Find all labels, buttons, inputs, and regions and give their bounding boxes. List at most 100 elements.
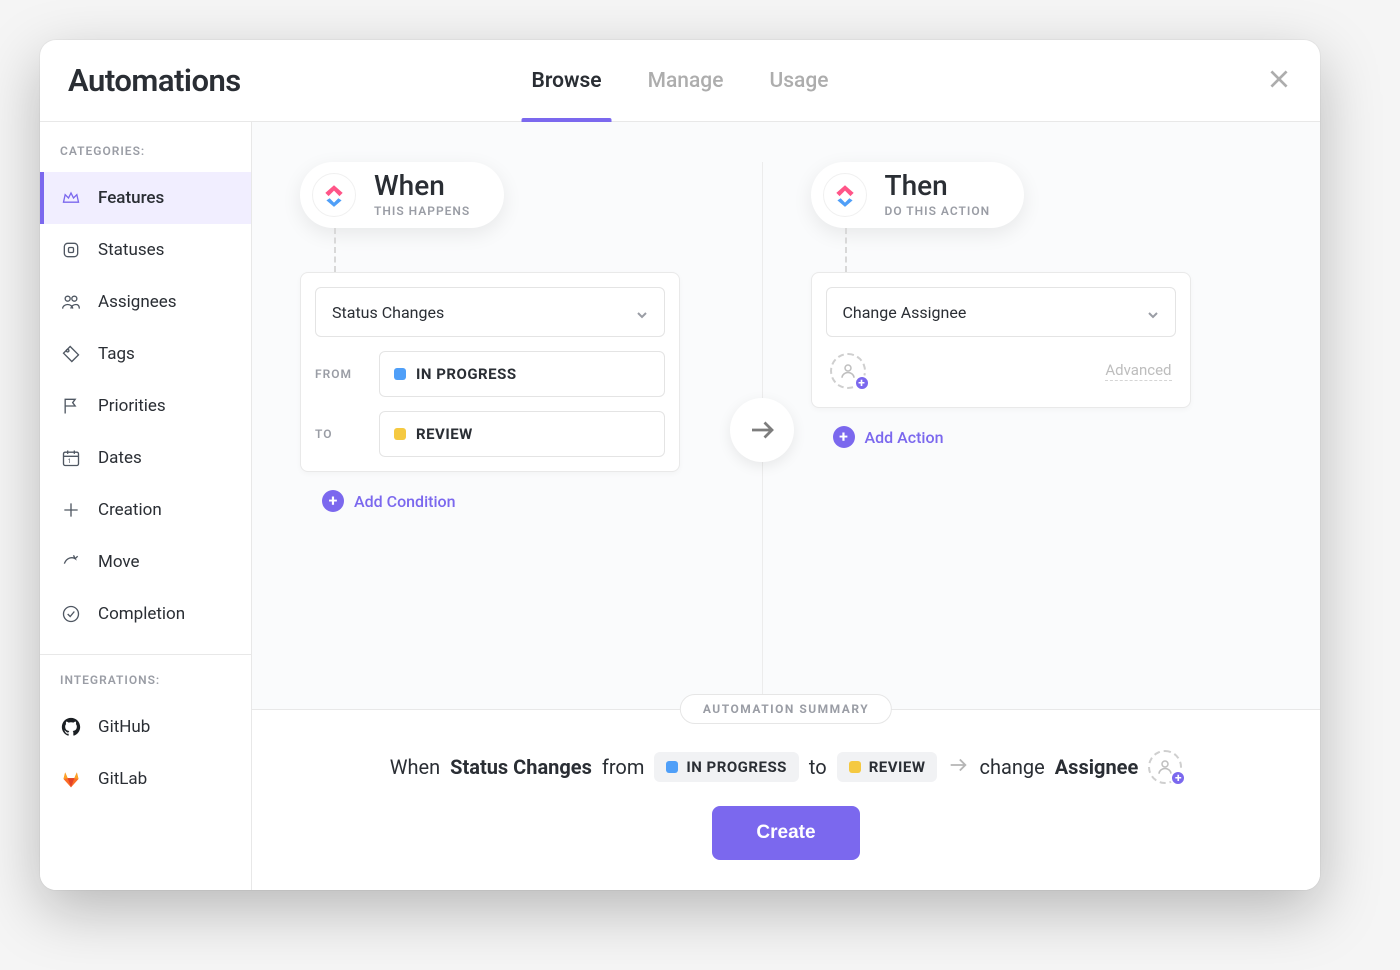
trigger-select[interactable]: Status Changes: [315, 287, 665, 337]
from-label: FROM: [315, 367, 365, 381]
page-title: Automations: [68, 62, 241, 99]
check-circle-icon: [60, 603, 82, 625]
gitlab-icon: [60, 768, 82, 790]
status-icon: [60, 239, 82, 261]
close-button[interactable]: [1266, 66, 1292, 96]
sidebar-item-github[interactable]: GitHub: [40, 701, 251, 753]
action-card: Change Assignee + Advanced: [811, 272, 1191, 408]
status-dot-icon: [394, 428, 406, 440]
from-status-value: IN PROGRESS: [416, 365, 517, 383]
summary-word-from: from: [602, 755, 644, 779]
to-status-value: REVIEW: [416, 425, 473, 443]
people-icon: [60, 291, 82, 313]
sidebar-item-label: Assignees: [98, 292, 177, 312]
then-column: Then DO THIS ACTION Change Assignee: [763, 162, 1273, 709]
create-button[interactable]: Create: [712, 806, 859, 860]
sidebar-item-completion[interactable]: Completion: [40, 588, 251, 640]
sidebar-item-label: Move: [98, 552, 140, 572]
tab-manage[interactable]: Manage: [648, 40, 724, 121]
sidebar-item-priorities[interactable]: Priorities: [40, 380, 251, 432]
status-dot-icon: [849, 761, 861, 773]
when-column: When THIS HAPPENS Status Changes FROM: [300, 162, 762, 709]
sidebar-item-label: Completion: [98, 604, 185, 624]
integrations-label: INTEGRATIONS:: [40, 673, 251, 701]
summary-word-to: to: [809, 755, 827, 779]
arrow-divider: [730, 398, 794, 462]
sidebar-item-assignees[interactable]: Assignees: [40, 276, 251, 328]
summary-word-when: When: [390, 755, 440, 779]
trigger-card: Status Changes FROM IN PROGRESS: [300, 272, 680, 472]
chevron-down-icon: [636, 306, 648, 318]
sidebar-item-label: GitHub: [98, 717, 150, 737]
when-title: When: [374, 172, 470, 200]
summary-assignee-word: Assignee: [1055, 755, 1139, 779]
when-subtitle: THIS HAPPENS: [374, 204, 470, 218]
github-icon: [60, 716, 82, 738]
sidebar-item-features[interactable]: Features: [40, 172, 251, 224]
sidebar-item-label: Features: [98, 188, 164, 208]
add-action-label: Add Action: [865, 428, 944, 447]
close-icon: [1266, 66, 1292, 92]
add-action-button[interactable]: + Add Action: [833, 426, 1273, 448]
share-icon: [60, 551, 82, 573]
tab-usage[interactable]: Usage: [769, 40, 828, 121]
builder-content: When THIS HAPPENS Status Changes FROM: [252, 122, 1320, 890]
then-subtitle: DO THIS ACTION: [885, 204, 991, 218]
sidebar-item-statuses[interactable]: Statuses: [40, 224, 251, 276]
plus-icon: [60, 499, 82, 521]
summary-word-change: change: [979, 755, 1044, 779]
categories-label: CATEGORIES:: [40, 144, 251, 172]
plus-circle-icon: +: [322, 490, 344, 512]
header-tabs: Browse Manage Usage: [532, 40, 829, 121]
summary-trigger: Status Changes: [450, 755, 592, 779]
flag-icon: [60, 395, 82, 417]
sidebar-item-gitlab[interactable]: GitLab: [40, 753, 251, 805]
plus-badge-icon: +: [1170, 770, 1186, 786]
calendar-icon: 1: [60, 447, 82, 469]
summary-to-chip: REVIEW: [837, 752, 938, 782]
automations-modal: Automations Browse Manage Usage CATEGORI…: [40, 40, 1320, 890]
tab-browse[interactable]: Browse: [532, 40, 602, 121]
assignee-picker[interactable]: +: [830, 353, 866, 389]
summary-from-status: IN PROGRESS: [686, 758, 787, 776]
sidebar-item-move[interactable]: Move: [40, 536, 251, 588]
status-dot-icon: [394, 368, 406, 380]
summary-badge: AUTOMATION SUMMARY: [680, 694, 892, 724]
sidebar-item-label: Priorities: [98, 396, 166, 416]
from-status-select[interactable]: IN PROGRESS: [379, 351, 665, 397]
crown-icon: [60, 187, 82, 209]
action-select[interactable]: Change Assignee: [826, 287, 1176, 337]
sidebar-item-creation[interactable]: Creation: [40, 484, 251, 536]
summary-assignee-picker[interactable]: +: [1148, 750, 1182, 784]
to-status-select[interactable]: REVIEW: [379, 411, 665, 457]
sidebar-item-dates[interactable]: 1 Dates: [40, 432, 251, 484]
then-header: Then DO THIS ACTION: [811, 162, 1025, 228]
action-value: Change Assignee: [843, 303, 967, 322]
then-title: Then: [885, 172, 991, 200]
trigger-value: Status Changes: [332, 303, 444, 322]
chevron-down-icon: [1147, 306, 1159, 318]
sidebar-item-tags[interactable]: Tags: [40, 328, 251, 380]
sidebar: CATEGORIES: Features Statuses Assignees …: [40, 122, 252, 890]
add-condition-button[interactable]: + Add Condition: [322, 490, 762, 512]
modal-header: Automations Browse Manage Usage: [40, 40, 1320, 122]
svg-text:1: 1: [68, 457, 72, 465]
clickup-logo-icon: [312, 173, 356, 217]
sidebar-item-label: Tags: [98, 344, 135, 364]
sidebar-item-label: GitLab: [98, 769, 147, 789]
sidebar-divider: [40, 654, 251, 655]
plus-circle-icon: +: [833, 426, 855, 448]
plus-badge-icon: +: [854, 375, 870, 391]
advanced-link[interactable]: Advanced: [1105, 361, 1171, 381]
tag-icon: [60, 343, 82, 365]
clickup-logo-icon: [823, 173, 867, 217]
sidebar-item-label: Dates: [98, 448, 142, 468]
summary-to-status: REVIEW: [869, 758, 926, 776]
arrow-right-icon: [747, 415, 777, 445]
summary-bar: AUTOMATION SUMMARY When Status Changes f…: [252, 709, 1320, 890]
sidebar-item-label: Statuses: [98, 240, 164, 260]
sidebar-item-label: Creation: [98, 500, 162, 520]
connector-line: [845, 228, 847, 272]
add-condition-label: Add Condition: [354, 492, 456, 511]
column-divider: [762, 162, 763, 709]
